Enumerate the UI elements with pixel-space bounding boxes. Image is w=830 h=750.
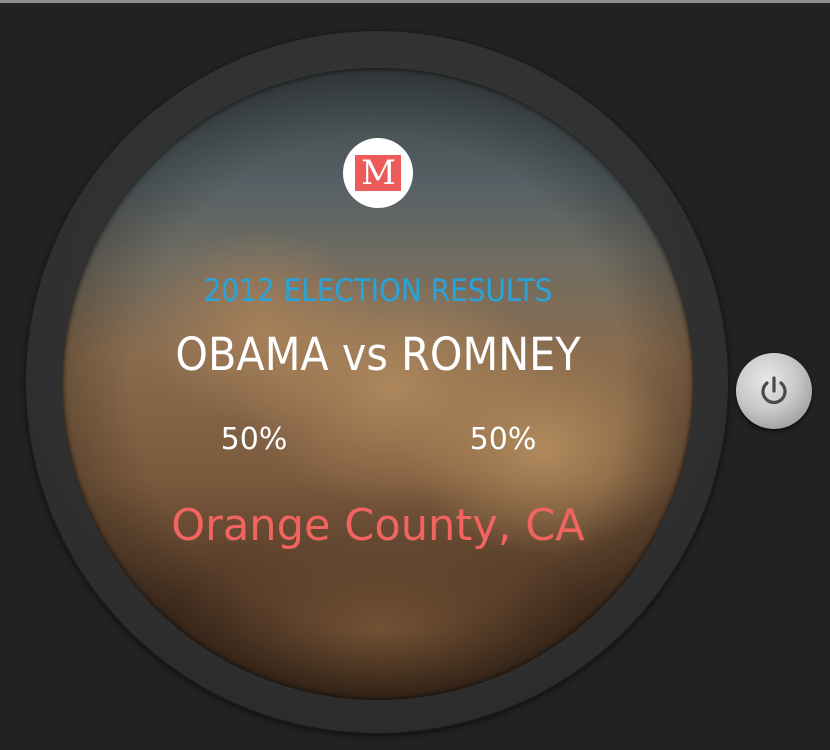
percent-right: 50% xyxy=(469,422,537,457)
app-logo: M xyxy=(343,138,413,208)
logo-mark: M xyxy=(355,155,401,191)
headline: 2012 ELECTION RESULTS xyxy=(203,273,553,309)
window-top-edge xyxy=(0,0,830,3)
watch-screen[interactable]: M 2012 ELECTION RESULTS OBAMA vs ROMNEY … xyxy=(62,68,694,700)
percent-left: 50% xyxy=(220,422,288,457)
power-icon xyxy=(761,376,787,405)
matchup-title: OBAMA vs ROMNEY xyxy=(175,328,581,381)
location-label: Orange County, CA xyxy=(171,500,585,551)
power-button[interactable] xyxy=(736,353,812,429)
